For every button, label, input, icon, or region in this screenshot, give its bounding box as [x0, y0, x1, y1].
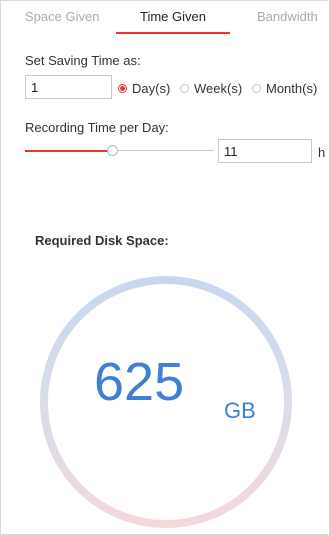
tab-bandwidth[interactable]: Bandwidth	[257, 9, 318, 24]
recording-time-label: Recording Time per Day:	[25, 120, 169, 135]
radio-days-dot	[118, 84, 127, 93]
radio-weeks-label: Week(s)	[194, 81, 243, 96]
recording-time-input[interactable]	[218, 139, 312, 163]
tab-space-given[interactable]: Space Given	[25, 9, 99, 24]
saving-time-input[interactable]	[25, 75, 112, 99]
tab-time-given[interactable]: Time Given	[140, 9, 206, 24]
radio-months-dot	[252, 84, 261, 93]
tab-bar: Space Given Time Given Bandwidth	[0, 0, 329, 34]
radio-weeks-dot	[180, 84, 189, 93]
disk-space-value: 625	[94, 352, 185, 412]
recording-time-unit: h	[318, 145, 326, 160]
slider-filled-track	[25, 150, 109, 152]
active-tab-indicator	[116, 32, 230, 34]
radio-months-label: Month(s)	[266, 81, 318, 96]
radio-days-label: Day(s)	[132, 81, 171, 96]
required-disk-space-label: Required Disk Space:	[35, 233, 169, 248]
saving-time-label: Set Saving Time as:	[25, 53, 141, 68]
slider-empty-track	[117, 150, 214, 151]
recording-time-slider-thumb[interactable]	[107, 145, 118, 156]
disk-space-unit: GB	[224, 398, 256, 423]
